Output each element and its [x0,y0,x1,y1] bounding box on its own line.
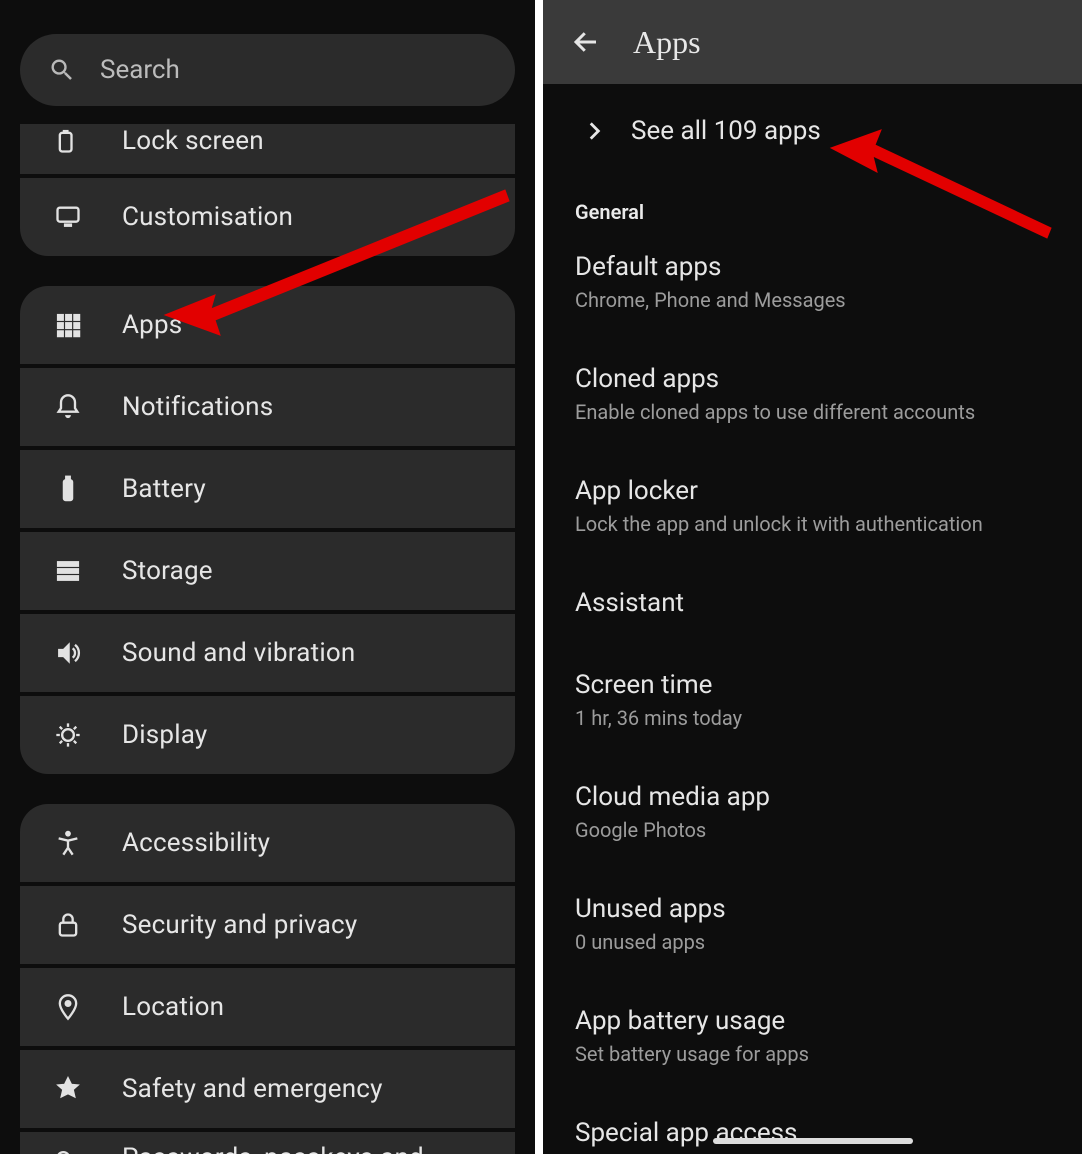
bell-icon [54,393,82,421]
item-unused-apps[interactable]: Unused apps 0 unused apps [543,868,1082,980]
row-label: Sound and vibration [122,638,355,668]
location-icon [54,993,82,1021]
row-label: Safety and emergency [122,1074,383,1104]
apps-icon [54,311,82,339]
nav-pill[interactable] [713,1138,913,1144]
settings-group-1: Lock screen Customisation [20,124,515,256]
row-label: Display [122,720,207,750]
search-icon [48,56,76,84]
item-cloned-apps[interactable]: Cloned apps Enable cloned apps to use di… [543,338,1082,450]
settings-group-2: Apps Notifications Battery Storage Sound… [20,286,515,774]
item-assistant[interactable]: Assistant [543,562,1082,644]
row-label: Apps [122,310,182,340]
see-all-apps[interactable]: See all 109 apps [543,84,1082,172]
row-display[interactable]: Display [20,696,515,774]
item-subtitle: Lock the app and unlock it with authenti… [575,512,1052,536]
row-passwords[interactable]: Passwords, passkeys and [20,1132,515,1154]
item-screen-time[interactable]: Screen time 1 hr, 36 mins today [543,644,1082,756]
safety-icon [54,1075,82,1103]
lock-icon [54,911,82,939]
item-subtitle: Chrome, Phone and Messages [575,288,1052,312]
app-bar: Apps [543,0,1082,84]
item-title: Screen time [575,670,1052,700]
storage-icon [54,557,82,585]
key-icon [54,1144,82,1154]
row-label: Accessibility [122,828,270,858]
row-apps[interactable]: Apps [20,286,515,364]
item-special-access[interactable]: Special app access [543,1092,1082,1154]
item-subtitle: Enable cloned apps to use different acco… [575,400,1052,424]
search-placeholder: Search [100,55,180,85]
settings-group-3: Accessibility Security and privacy Locat… [20,804,515,1154]
row-notifications[interactable]: Notifications [20,368,515,446]
panel-divider [535,0,543,1154]
row-safety[interactable]: Safety and emergency [20,1050,515,1128]
item-cloud-media[interactable]: Cloud media app Google Photos [543,756,1082,868]
row-label: Lock screen [122,126,264,156]
row-accessibility[interactable]: Accessibility [20,804,515,882]
item-title: Unused apps [575,894,1052,924]
sound-icon [54,639,82,667]
row-label: Notifications [122,392,273,422]
item-title: App battery usage [575,1006,1052,1036]
item-app-locker[interactable]: App locker Lock the app and unlock it wi… [543,450,1082,562]
apps-panel: Apps See all 109 apps General Default ap… [543,0,1082,1154]
row-customisation[interactable]: Customisation [20,178,515,256]
customisation-icon [54,203,82,231]
section-header-general: General [543,172,1082,226]
row-storage[interactable]: Storage [20,532,515,610]
display-icon [54,721,82,749]
row-label: Battery [122,474,206,504]
item-subtitle: Set battery usage for apps [575,1042,1052,1066]
row-location[interactable]: Location [20,968,515,1046]
battery-icon [54,475,82,503]
item-title: Assistant [575,588,1052,618]
see-all-label: See all 109 apps [631,116,821,146]
settings-panel: Search Lock screen Customisation Apps [0,0,535,1154]
item-title: App locker [575,476,1052,506]
item-default-apps[interactable]: Default apps Chrome, Phone and Messages [543,226,1082,338]
lock-screen-icon [54,127,82,155]
accessibility-icon [54,829,82,857]
chevron-right-icon [581,118,607,144]
item-subtitle: 1 hr, 36 mins today [575,706,1052,730]
row-label: Passwords, passkeys and [122,1144,424,1154]
item-title: Cloud media app [575,782,1052,812]
row-label: Customisation [122,202,293,232]
row-lock-screen[interactable]: Lock screen [20,124,515,174]
page-title: Apps [633,24,701,61]
row-label: Security and privacy [122,910,357,940]
row-label: Storage [122,556,213,586]
row-label: Location [122,992,224,1022]
back-icon[interactable] [571,27,601,57]
item-subtitle: Google Photos [575,818,1052,842]
row-battery[interactable]: Battery [20,450,515,528]
item-title: Default apps [575,252,1052,282]
search-bar[interactable]: Search [20,34,515,106]
item-title: Cloned apps [575,364,1052,394]
item-subtitle: 0 unused apps [575,930,1052,954]
row-security[interactable]: Security and privacy [20,886,515,964]
item-app-battery[interactable]: App battery usage Set battery usage for … [543,980,1082,1092]
row-sound[interactable]: Sound and vibration [20,614,515,692]
